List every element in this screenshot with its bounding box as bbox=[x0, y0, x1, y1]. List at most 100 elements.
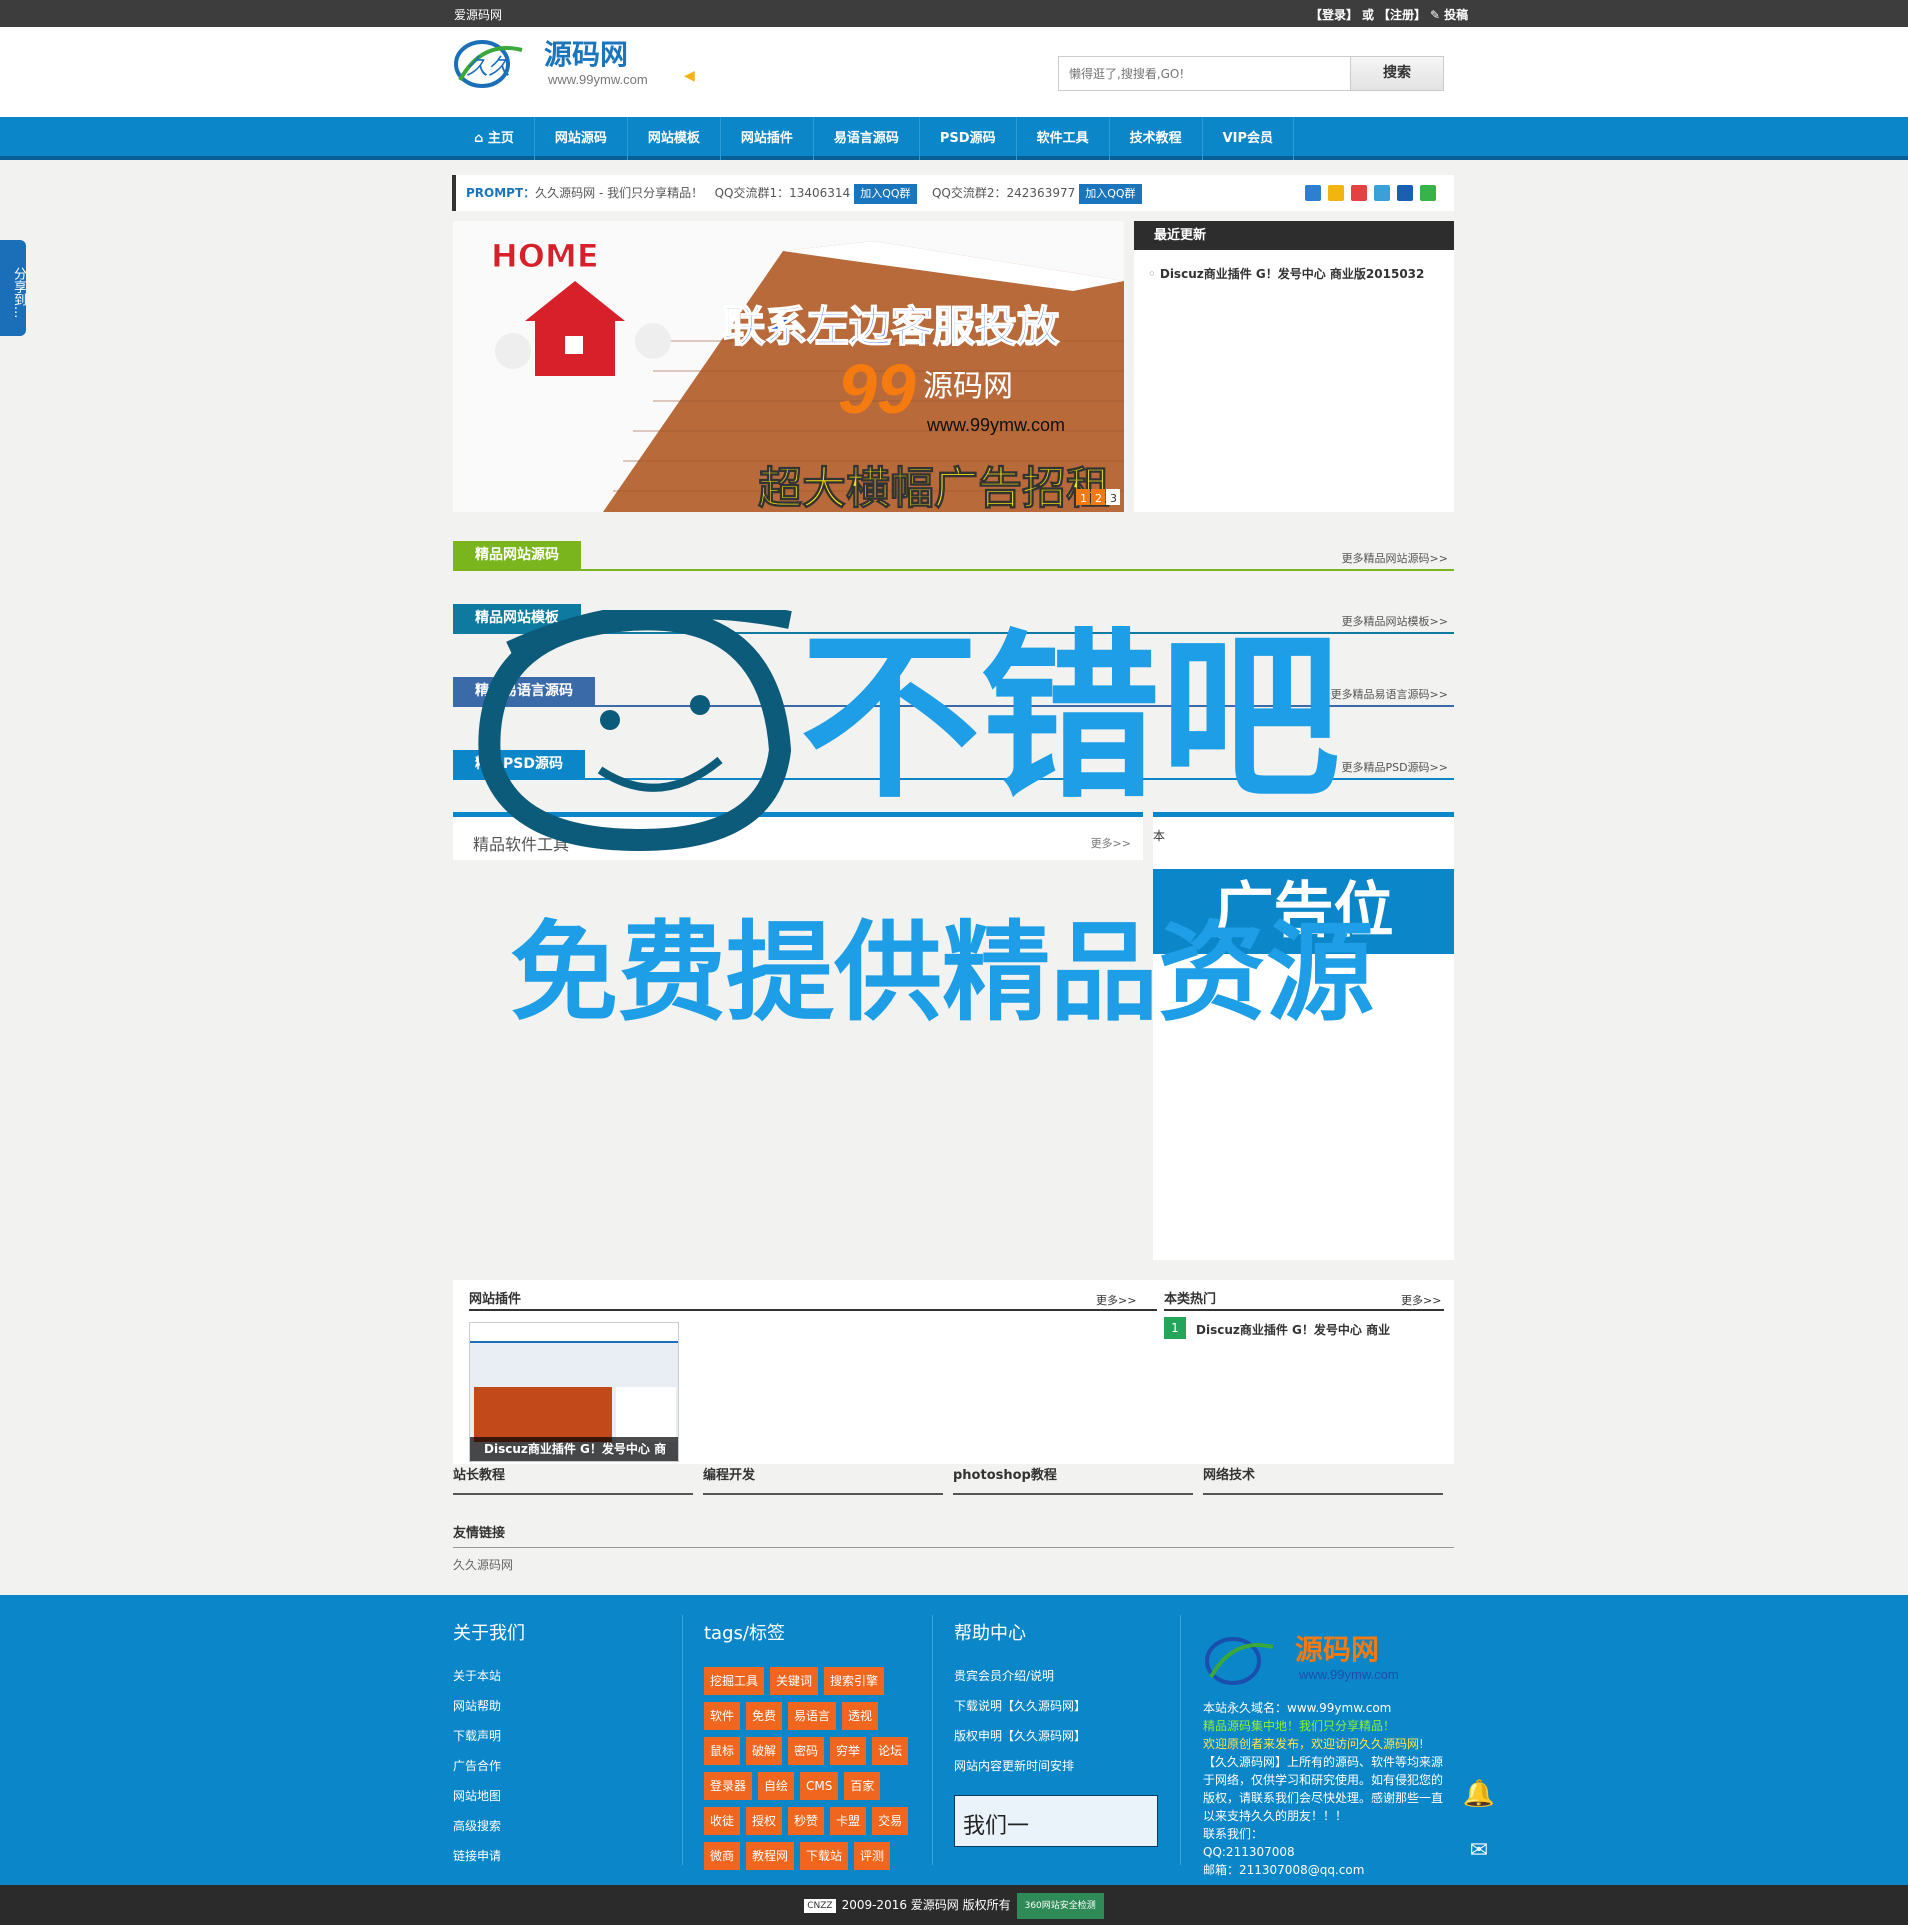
tag[interactable]: 易语言 bbox=[788, 1702, 837, 1730]
submit-link[interactable]: 投稿 bbox=[1444, 8, 1468, 22]
tag[interactable]: CMS bbox=[800, 1772, 839, 1800]
nav-psd[interactable]: PSD源码 bbox=[920, 117, 1017, 160]
tag[interactable]: 密码 bbox=[788, 1737, 825, 1765]
nav-templates[interactable]: 网站模板 bbox=[628, 117, 721, 160]
tag[interactable]: 挖掘工具 bbox=[704, 1667, 765, 1695]
section-divider bbox=[453, 632, 1454, 634]
recent-updates: 最近更新 ◦ Discuz商业插件 G！发号中心 商业版2015032 bbox=[1134, 221, 1454, 512]
footer-slogan1: 精品源码集中地！我们只分享精品！ bbox=[1203, 1719, 1396, 1733]
tag[interactable]: 软件 bbox=[704, 1702, 741, 1730]
banner-brand: 源码网 bbox=[923, 369, 1013, 404]
nav-tutorials[interactable]: 技术教程 bbox=[1110, 117, 1203, 160]
tag[interactable]: 自绘 bbox=[758, 1772, 795, 1800]
footer-link[interactable]: 贵宾会员介绍/说明 bbox=[954, 1667, 1158, 1697]
tag[interactable]: 透视 bbox=[842, 1702, 879, 1730]
category-photoshop[interactable]: photoshop教程 bbox=[953, 1465, 1193, 1495]
tag[interactable]: 下载站 bbox=[800, 1842, 849, 1870]
tag[interactable]: 微商 bbox=[704, 1842, 741, 1870]
side-share-tab[interactable]: 分享到... bbox=[0, 240, 26, 336]
footer-link[interactable]: 网站地图 bbox=[453, 1787, 525, 1817]
tag[interactable]: 登录器 bbox=[704, 1772, 753, 1800]
recent-title: 最近更新 bbox=[1134, 221, 1454, 250]
tag[interactable]: 授权 bbox=[746, 1807, 783, 1835]
share-tencent-icon[interactable] bbox=[1374, 185, 1390, 201]
software-title: 精品软件工具 bbox=[473, 835, 570, 854]
section-title: 精品网站模板 bbox=[453, 604, 581, 632]
tag[interactable]: 免费 bbox=[746, 1702, 783, 1730]
section-more-link[interactable]: 更多精品PSD源码>> bbox=[1341, 759, 1448, 775]
category-network[interactable]: 网络技术 bbox=[1203, 1465, 1443, 1495]
search-input[interactable] bbox=[1059, 57, 1351, 90]
footer-link[interactable]: 下载说明【久久源码网】 bbox=[954, 1697, 1158, 1727]
site-logo[interactable]: 久久 源码网 www.99ymw.com ◀ bbox=[452, 30, 702, 94]
bottom-bar: CNZZ 2009-2016 爱源码网 版权所有 360网站安全检测 bbox=[0, 1885, 1908, 1925]
nav-site-source[interactable]: 网站源码 bbox=[535, 117, 628, 160]
tag[interactable]: 搜索引擎 bbox=[824, 1667, 885, 1695]
cnzz-badge[interactable]: CNZZ bbox=[804, 1898, 836, 1913]
nav-list: ⌂ 主页 网站源码 网站模板 网站插件 易语言源码 PSD源码 软件工具 技术教… bbox=[454, 117, 1295, 160]
footer-separator bbox=[932, 1615, 933, 1865]
share-weibo-icon[interactable] bbox=[1351, 185, 1367, 201]
category-webmaster[interactable]: 站长教程 bbox=[453, 1465, 693, 1495]
tag[interactable]: 秒赞 bbox=[788, 1807, 825, 1835]
site-name[interactable]: 爱源码网 bbox=[454, 6, 502, 23]
register-link[interactable]: 【注册】 bbox=[1378, 8, 1426, 22]
plugins-more-link[interactable]: 更多>> bbox=[1096, 1292, 1136, 1308]
safety-badge[interactable]: 360网站安全检测 bbox=[1016, 1892, 1104, 1919]
tag[interactable]: 穷举 bbox=[830, 1737, 867, 1765]
footer-link[interactable]: 广告合作 bbox=[453, 1757, 525, 1787]
join-qq2-button[interactable]: 加入QQ群 bbox=[1079, 183, 1142, 204]
software-more-link[interactable]: 更多>> bbox=[1091, 835, 1131, 851]
share-renren-icon[interactable] bbox=[1397, 185, 1413, 201]
tag[interactable]: 卡盟 bbox=[830, 1807, 867, 1835]
section-more-link[interactable]: 更多精品易语言源码>> bbox=[1331, 686, 1448, 702]
tag[interactable]: 评测 bbox=[854, 1842, 891, 1870]
ad-slot[interactable]: 广告位 bbox=[1153, 869, 1454, 954]
join-qq1-button[interactable]: 加入QQ群 bbox=[854, 183, 917, 204]
footer-link[interactable]: 下载声明 bbox=[453, 1727, 525, 1757]
tag-cloud: 挖掘工具 关键词 搜索引擎 软件 免费 易语言 透视 鼠标 破解 密码 穷举 论… bbox=[704, 1667, 919, 1870]
nav-vip[interactable]: VIP会员 bbox=[1203, 117, 1295, 160]
tag[interactable]: 交易 bbox=[872, 1807, 909, 1835]
footer-link[interactable]: 关于本站 bbox=[453, 1667, 525, 1697]
footer-link[interactable]: 高级搜索 bbox=[453, 1817, 525, 1847]
tag[interactable]: 百家 bbox=[844, 1772, 881, 1800]
qq-chat-icon[interactable]: 🔔 bbox=[1455, 1770, 1503, 1818]
hot-item[interactable]: Discuz商业插件 G！发号中心 商业 bbox=[1196, 1321, 1390, 1338]
tag[interactable]: 收徒 bbox=[704, 1807, 741, 1835]
plugin-thumbnail[interactable]: Discuz商业插件 G！发号中心 商 bbox=[469, 1322, 679, 1462]
category-programming[interactable]: 编程开发 bbox=[703, 1465, 943, 1495]
footer-link[interactable]: 版权申明【久久源码网】 bbox=[954, 1727, 1158, 1757]
search-button[interactable]: 搜索 bbox=[1351, 57, 1443, 90]
nav-home[interactable]: ⌂ 主页 bbox=[454, 117, 535, 160]
tag[interactable]: 教程网 bbox=[746, 1842, 795, 1870]
login-link[interactable]: 【登录】 bbox=[1310, 8, 1358, 22]
tag[interactable]: 鼠标 bbox=[704, 1737, 741, 1765]
plugins-and-hot: 网站插件 更多>> Discuz商业插件 G！发号中心 商 本类热门 更多>> … bbox=[453, 1280, 1454, 1464]
share-qzone-icon[interactable] bbox=[1328, 185, 1344, 201]
footer-tags-title: tags/标签 bbox=[704, 1623, 785, 1644]
share-more-icon[interactable] bbox=[1305, 185, 1321, 201]
nav-eyuyan[interactable]: 易语言源码 bbox=[814, 117, 920, 160]
section-site-source: 精品网站源码 更多精品网站源码>> bbox=[453, 541, 1454, 571]
tag[interactable]: 论坛 bbox=[872, 1737, 909, 1765]
section-more-link[interactable]: 更多精品网站模板>> bbox=[1342, 613, 1448, 629]
nav-plugins[interactable]: 网站插件 bbox=[721, 117, 814, 160]
mail-icon[interactable]: ✉ bbox=[1455, 1827, 1503, 1875]
section-more-link[interactable]: 更多精品网站源码>> bbox=[1342, 550, 1448, 566]
tag[interactable]: 破解 bbox=[746, 1737, 783, 1765]
footer-link[interactable]: 网站内容更新时间安排 bbox=[954, 1757, 1158, 1787]
hot-more-link[interactable]: 更多>> bbox=[1401, 1292, 1441, 1308]
friend-link[interactable]: 久久源码网 bbox=[453, 1556, 1454, 1573]
recent-item[interactable]: ◦ Discuz商业插件 G！发号中心 商业版2015032 bbox=[1148, 265, 1424, 282]
tag[interactable]: 关键词 bbox=[770, 1667, 819, 1695]
footer-link[interactable]: 网站帮助 bbox=[453, 1697, 525, 1727]
footer-link[interactable]: 链接申请 bbox=[453, 1847, 525, 1877]
banner-slider[interactable]: HOME 联系左边客服投放 99 源码网 www.99ymw.com 超大横幅广… bbox=[453, 221, 1124, 512]
nav-software[interactable]: 软件工具 bbox=[1017, 117, 1110, 160]
banner-url: www.99ymw.com bbox=[926, 415, 1065, 435]
section-templates: 精品网站模板 更多精品网站模板>> bbox=[453, 604, 1454, 634]
contact-us-banner[interactable]: 我们一 bbox=[954, 1795, 1158, 1847]
share-wechat-icon[interactable] bbox=[1420, 185, 1436, 201]
footer-info: 源码网 www.99ymw.com 本站永久域名：www.99ymw.com 精… bbox=[1203, 1625, 1443, 1879]
